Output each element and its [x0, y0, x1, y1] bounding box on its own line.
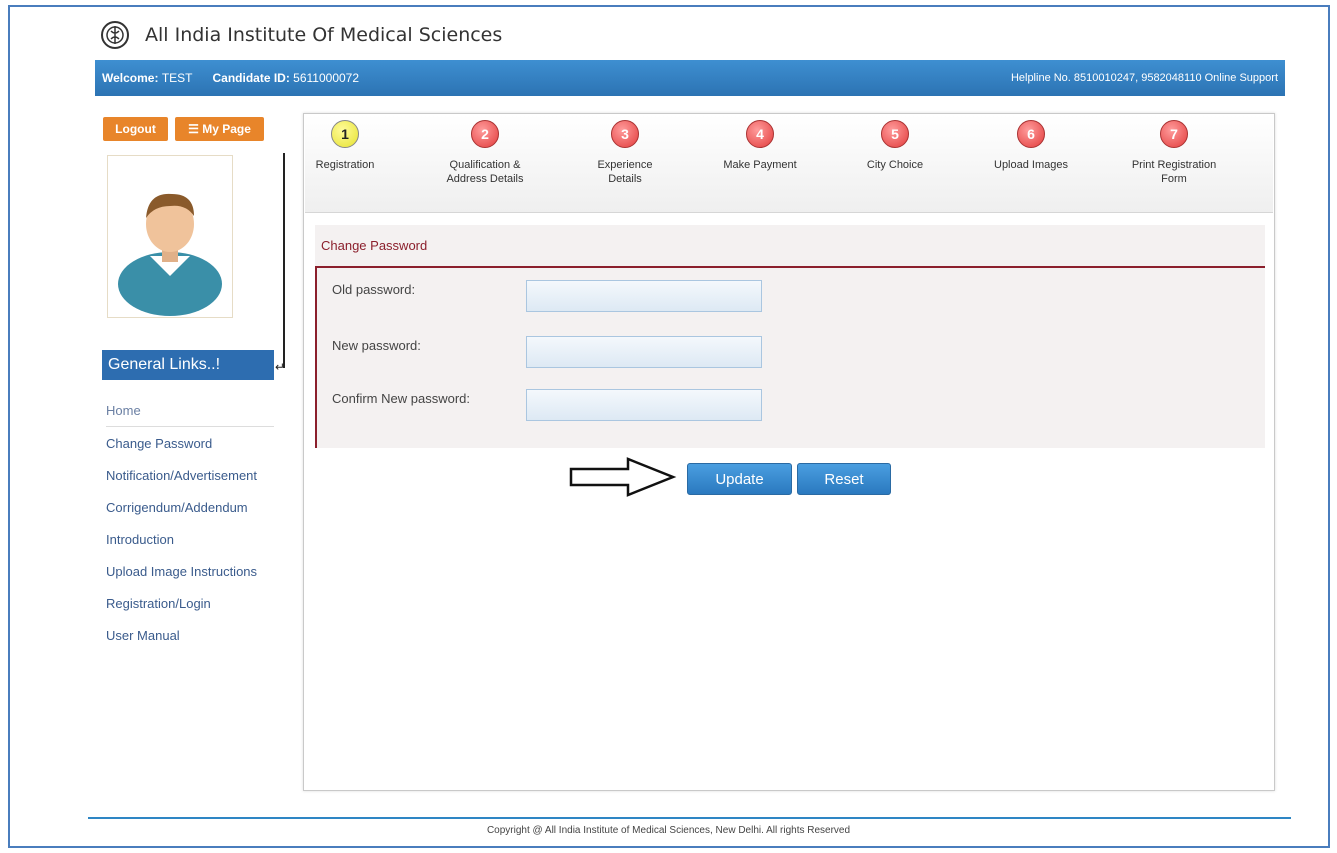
- sidebar-link-notification[interactable]: Notification/Advertisement: [106, 465, 274, 497]
- step-1-circle: 1: [331, 120, 359, 148]
- welcome-label: Welcome:: [102, 71, 159, 85]
- candidate-id-label: Candidate ID:: [212, 71, 290, 85]
- sidebar-link-upload-instructions[interactable]: Upload Image Instructions: [106, 561, 274, 593]
- right-arrow-icon: [569, 457, 677, 497]
- step-print-form[interactable]: 7 Print Registration Form: [1114, 120, 1234, 186]
- form-title: Change Password: [315, 225, 1265, 268]
- new-password-label: New password:: [332, 338, 421, 353]
- connector-arrow-icon: ↵: [275, 360, 286, 374]
- footer-divider: [88, 817, 1291, 819]
- main-panel: [303, 113, 1275, 791]
- step-2-circle: 2: [471, 120, 499, 148]
- step-label: Upload Images: [994, 159, 1068, 171]
- step-upload-images[interactable]: 6 Upload Images: [971, 120, 1091, 172]
- my-page-button[interactable]: ☰ My Page: [175, 117, 264, 141]
- candidate-id-value: 5611000072: [293, 71, 360, 85]
- confirm-password-label: Confirm New password:: [332, 391, 470, 406]
- new-password-input[interactable]: [526, 336, 762, 368]
- sidebar-link-change-password[interactable]: Change Password: [106, 433, 274, 465]
- step-label: Registration: [315, 159, 375, 171]
- step-7-circle: 7: [1160, 120, 1188, 148]
- sidebar-link-introduction[interactable]: Introduction: [106, 529, 274, 561]
- step-label: Make Payment: [723, 159, 797, 171]
- form-body: Old password: New password: Confirm New …: [315, 268, 1265, 448]
- step-registration[interactable]: 1 Registration: [285, 120, 405, 172]
- old-password-label: Old password:: [332, 282, 416, 297]
- reset-button[interactable]: Reset: [797, 463, 891, 495]
- user-info-bar: Welcome: TEST Candidate ID: 5611000072 H…: [95, 60, 1285, 96]
- general-links-list: Home Change Password Notification/Advert…: [106, 400, 274, 657]
- old-password-input[interactable]: [526, 280, 762, 312]
- registration-steps: 1 Registration 2 Qualification & Address…: [305, 115, 1273, 213]
- step-6-circle: 6: [1017, 120, 1045, 148]
- change-password-form: Change Password Old password: New passwo…: [315, 225, 1265, 448]
- step-4-circle: 4: [746, 120, 774, 148]
- step-5-circle: 5: [881, 120, 909, 148]
- sidebar-link-user-manual[interactable]: User Manual: [106, 625, 274, 657]
- sidebar-link-home[interactable]: Home: [106, 400, 274, 427]
- general-links-header: General Links..!: [102, 350, 274, 380]
- step-label: Experience Details: [597, 159, 653, 185]
- site-header: All India Institute Of Medical Sciences: [100, 18, 502, 52]
- logout-button[interactable]: Logout: [103, 117, 168, 141]
- step-label: Qualification & Address Details: [446, 159, 524, 185]
- sidebar-link-registration-login[interactable]: Registration/Login: [106, 593, 274, 625]
- helpline-text: Helpline No. 8510010247, 9582048110 Onli…: [1010, 72, 1278, 84]
- step-city-choice[interactable]: 5 City Choice: [835, 120, 955, 172]
- update-button[interactable]: Update: [687, 463, 792, 495]
- avatar: [107, 155, 233, 318]
- user-avatar-icon: [118, 193, 222, 316]
- confirm-password-input[interactable]: [526, 389, 762, 421]
- aiims-emblem-icon: [101, 21, 129, 49]
- step-label: City Choice: [866, 159, 924, 171]
- footer-copyright: Copyright @ All India Institute of Medic…: [486, 825, 851, 836]
- step-label: Print Registration Form: [1131, 159, 1217, 185]
- welcome-user: TEST: [161, 71, 193, 85]
- connector-line: [283, 153, 285, 368]
- new-password-row: New password:: [332, 336, 1232, 370]
- step-3-circle: 3: [611, 120, 639, 148]
- sidebar-link-corrigendum[interactable]: Corrigendum/Addendum: [106, 497, 274, 529]
- old-password-row: Old password:: [332, 280, 1232, 314]
- site-title: All India Institute Of Medical Sciences: [145, 24, 503, 46]
- step-experience[interactable]: 3 Experience Details: [565, 120, 685, 186]
- step-make-payment[interactable]: 4 Make Payment: [700, 120, 820, 172]
- step-qualification[interactable]: 2 Qualification & Address Details: [425, 120, 545, 186]
- confirm-password-row: Confirm New password:: [332, 389, 1232, 423]
